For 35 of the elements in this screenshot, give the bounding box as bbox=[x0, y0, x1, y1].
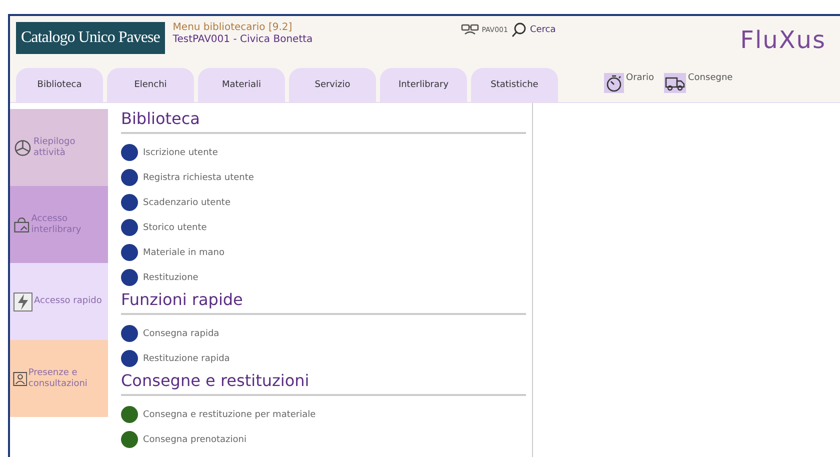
nav-tab[interactable]: Materiali bbox=[198, 68, 285, 102]
menu-link[interactable]: Consegna rapida bbox=[121, 321, 532, 346]
nav-tab[interactable]: Elenchi bbox=[107, 68, 194, 102]
nav-tab[interactable]: Statistiche bbox=[471, 68, 558, 102]
pie-chart-icon bbox=[13, 138, 32, 156]
section-heading: Biblioteca bbox=[121, 109, 526, 134]
search-link[interactable]: Cerca bbox=[510, 22, 556, 38]
menu-link[interactable]: Registra richiesta utente bbox=[121, 165, 532, 190]
section-heading: Consegne e restituzioni bbox=[121, 371, 526, 396]
sidebar-item[interactable]: Presenze e consultazioni bbox=[10, 340, 108, 417]
stopwatch-icon bbox=[604, 73, 624, 93]
menu-link[interactable]: Consegna prenotazioni bbox=[121, 427, 532, 452]
lightning-icon bbox=[13, 292, 33, 312]
menu-link[interactable]: Storico utente bbox=[121, 215, 532, 240]
nav-tab[interactable]: Interlibrary bbox=[380, 68, 467, 102]
bag-icon bbox=[13, 214, 30, 234]
logo: Catalogo Unico Pavese bbox=[16, 22, 165, 54]
search-icon bbox=[510, 22, 527, 38]
brand-logo: FluXus bbox=[740, 26, 826, 54]
menu-link[interactable]: Restituzione bbox=[121, 265, 532, 290]
menu-link[interactable]: Restituzione rapida bbox=[121, 346, 532, 371]
section-heading: Funzioni rapide bbox=[121, 290, 526, 315]
menu-link[interactable]: Scadenzario utente bbox=[121, 190, 532, 215]
nav-tab[interactable]: Biblioteca bbox=[16, 68, 103, 102]
nav-tab[interactable]: Servizio bbox=[289, 68, 376, 102]
glasses-icon bbox=[460, 24, 479, 36]
menu-link[interactable]: Iscrizione utente bbox=[121, 140, 532, 165]
menu-link[interactable]: Materiale in mano bbox=[121, 240, 532, 265]
quick-link[interactable]: Orario bbox=[604, 73, 654, 93]
menu-link[interactable]: Consegna e restituzione per materiale bbox=[121, 402, 532, 427]
truck-icon bbox=[664, 73, 686, 93]
sidebar-item[interactable]: Accesso rapido bbox=[10, 263, 108, 340]
quick-link[interactable]: Consegne bbox=[664, 73, 733, 93]
library-name: TestPAV001 - Civica Bonetta bbox=[172, 34, 313, 46]
menu-title: Menu bibliotecario [9.2] bbox=[172, 22, 294, 34]
